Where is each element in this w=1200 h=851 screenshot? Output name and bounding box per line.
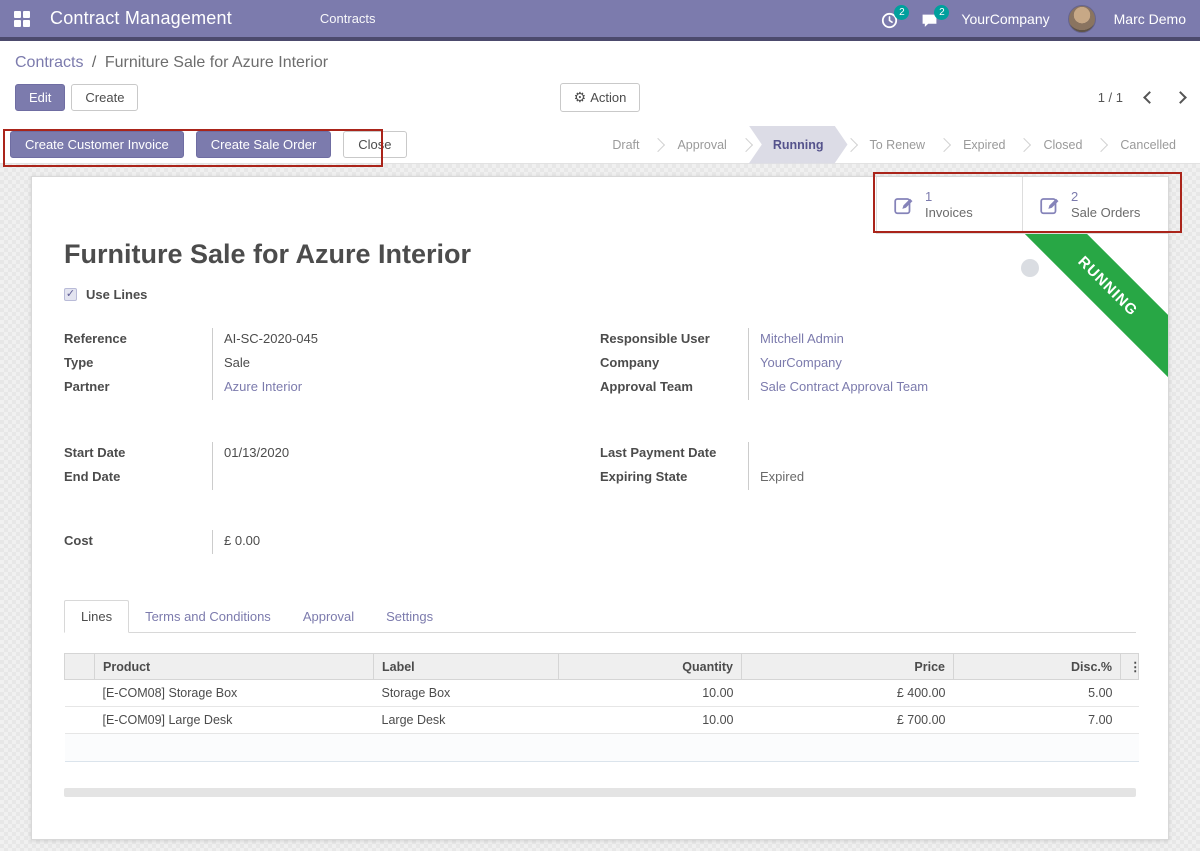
field-label-cost: Cost <box>64 530 212 548</box>
field-label-responsible-user: Responsible User <box>600 328 748 346</box>
use-lines-checkbox[interactable]: ✓ <box>64 288 77 301</box>
form-sheet: 1 Invoices 2 Sale Orders RUNNING Furnitu… <box>31 176 1169 840</box>
optional-columns-icon[interactable]: ⋮ <box>1121 654 1139 680</box>
field-value-reference: AI-SC-2020-045 <box>212 328 600 352</box>
column-header-product[interactable]: Product <box>95 654 374 680</box>
field-value-expiring-state: Expired <box>748 466 1136 490</box>
lines-table: Product Label Quantity Price Disc.% ⋮ [E… <box>64 653 1139 762</box>
cell-label: Large Desk <box>374 707 559 734</box>
column-header-disc[interactable]: Disc.% <box>954 654 1121 680</box>
field-value-last-payment-date <box>748 442 1136 466</box>
table-row[interactable]: [E-COM09] Large Desk Large Desk 10.00 £ … <box>65 707 1139 734</box>
field-label-start-date: Start Date <box>64 442 212 460</box>
invoices-smart-button[interactable]: 1 Invoices <box>876 177 1022 234</box>
tab-lines[interactable]: Lines <box>64 600 129 633</box>
pencil-square-icon <box>893 194 915 216</box>
tab-terms-and-conditions[interactable]: Terms and Conditions <box>129 601 287 632</box>
app-title: Contract Management <box>50 8 232 29</box>
field-label-reference: Reference <box>64 328 212 346</box>
apps-menu-icon[interactable] <box>14 11 30 27</box>
empty-table-row <box>65 734 1139 762</box>
table-row[interactable]: [E-COM08] Storage Box Storage Box 10.00 … <box>65 680 1139 707</box>
column-header-price[interactable]: Price <box>742 654 954 680</box>
status-step-closed[interactable]: Closed <box>1027 126 1098 164</box>
table-header-row: Product Label Quantity Price Disc.% ⋮ <box>65 654 1139 680</box>
messages-badge: 2 <box>934 5 949 20</box>
field-label-last-payment-date: Last Payment Date <box>600 442 748 460</box>
notebook-tabs: Lines Terms and Conditions Approval Sett… <box>64 600 1136 633</box>
cell-disc: 5.00 <box>954 680 1121 707</box>
handle-column-header <box>65 654 95 680</box>
pencil-square-icon <box>1039 194 1061 216</box>
breadcrumb-current: Furniture Sale for Azure Interior <box>105 54 328 71</box>
company-switcher[interactable]: YourCompany <box>961 11 1049 27</box>
sale-orders-count: 2 <box>1071 189 1140 205</box>
status-step-draft[interactable]: Draft <box>596 126 655 164</box>
cell-price: £ 400.00 <box>742 680 954 707</box>
invoices-label: Invoices <box>925 205 973 221</box>
user-menu[interactable]: Marc Demo <box>1114 11 1186 27</box>
messages-icon[interactable]: 2 <box>921 9 943 29</box>
column-header-quantity[interactable]: Quantity <box>559 654 742 680</box>
status-step-to-renew[interactable]: To Renew <box>854 126 942 164</box>
create-customer-invoice-button[interactable]: Create Customer Invoice <box>10 131 184 158</box>
status-step-running[interactable]: Running <box>749 126 848 164</box>
horizontal-scrollbar[interactable] <box>64 788 1136 797</box>
cell-product: [E-COM09] Large Desk <box>95 707 374 734</box>
control-panel: Contracts / Furniture Sale for Azure Int… <box>0 41 1200 126</box>
status-step-cancelled[interactable]: Cancelled <box>1104 126 1192 164</box>
cell-label: Storage Box <box>374 680 559 707</box>
cell-quantity: 10.00 <box>559 707 742 734</box>
gear-icon: ⚙ <box>574 89 587 105</box>
field-value-company[interactable]: YourCompany <box>748 352 1136 376</box>
field-label-type: Type <box>64 352 212 370</box>
sale-orders-smart-button[interactable]: 2 Sale Orders <box>1022 177 1168 234</box>
field-value-cost: £ 0.00 <box>212 530 600 554</box>
field-label-company: Company <box>600 352 748 370</box>
cell-disc: 7.00 <box>954 707 1121 734</box>
field-label-end-date: End Date <box>64 466 212 484</box>
tab-settings[interactable]: Settings <box>370 601 449 632</box>
breadcrumb-separator: / <box>92 54 96 71</box>
field-value-start-date: 01/13/2020 <box>212 442 600 466</box>
status-pipeline: Draft Approval Running To Renew Expired … <box>596 126 1200 164</box>
activity-badge: 2 <box>894 5 909 20</box>
action-button[interactable]: ⚙Action <box>560 83 641 112</box>
field-value-type: Sale <box>212 352 600 376</box>
statusbar: Create Customer Invoice Create Sale Orde… <box>0 126 1200 164</box>
nav-menu-contracts[interactable]: Contracts <box>320 11 376 26</box>
user-avatar[interactable] <box>1068 5 1096 33</box>
activity-icon[interactable]: 2 <box>881 9 903 29</box>
cell-quantity: 10.00 <box>559 680 742 707</box>
field-value-partner[interactable]: Azure Interior <box>212 376 600 400</box>
breadcrumb-parent-link[interactable]: Contracts <box>15 54 83 71</box>
field-value-responsible-user[interactable]: Mitchell Admin <box>748 328 1136 352</box>
column-header-label[interactable]: Label <box>374 654 559 680</box>
row-handle <box>65 707 95 734</box>
status-step-approval[interactable]: Approval <box>661 126 742 164</box>
row-handle <box>65 680 95 707</box>
status-step-expired[interactable]: Expired <box>947 126 1021 164</box>
invoices-count: 1 <box>925 189 973 205</box>
cell-price: £ 700.00 <box>742 707 954 734</box>
tab-approval[interactable]: Approval <box>287 601 370 632</box>
field-value-approval-team[interactable]: Sale Contract Approval Team <box>748 376 1136 400</box>
cell-product: [E-COM08] Storage Box <box>95 680 374 707</box>
navbar: Contract Management Contracts 2 2 YourCo… <box>0 0 1200 41</box>
field-label-partner: Partner <box>64 376 212 394</box>
close-button[interactable]: Close <box>343 131 406 158</box>
sale-orders-label: Sale Orders <box>1071 205 1140 221</box>
use-lines-label: Use Lines <box>86 287 147 302</box>
create-sale-order-button[interactable]: Create Sale Order <box>196 131 332 158</box>
partner-avatar-placeholder <box>1021 259 1039 277</box>
breadcrumb: Contracts / Furniture Sale for Azure Int… <box>15 54 1185 72</box>
smart-buttons: 1 Invoices 2 Sale Orders <box>876 177 1168 234</box>
field-label-approval-team: Approval Team <box>600 376 748 394</box>
field-value-end-date <box>212 466 600 490</box>
field-label-expiring-state: Expiring State <box>600 466 748 484</box>
action-button-label: Action <box>590 90 626 105</box>
